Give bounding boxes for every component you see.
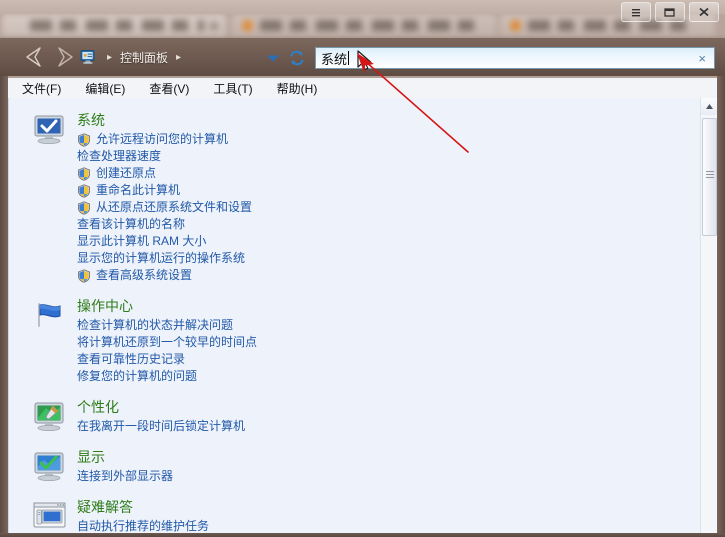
result-link-label: 查看该计算机的名称 xyxy=(77,217,186,231)
result-link-label: 检查计算机的状态并解决问题 xyxy=(77,318,234,332)
chevron-up-icon xyxy=(706,104,713,109)
result-link-label: 在我离开一段时间后锁定计算机 xyxy=(77,419,246,433)
result-link[interactable]: 重命名此计算机 xyxy=(77,182,683,199)
breadcrumb: ▸ 控制面板 ▸ xyxy=(80,46,285,68)
result-group-action-center: 操作中心 检查计算机的状态并解决问题 将计算机还原到一个较早的时间点 查看可靠性… xyxy=(29,298,683,385)
result-link-list: 连接到外部显示器 xyxy=(77,468,683,485)
breadcrumb-separator-icon[interactable]: ▸ xyxy=(176,52,181,63)
result-link[interactable]: 将计算机还原到一个较早的时间点 xyxy=(77,334,683,351)
scrollbar-grip-icon xyxy=(706,171,714,178)
window-border-left xyxy=(0,76,8,537)
forward-button[interactable] xyxy=(52,46,78,68)
window-border-bottom xyxy=(0,533,725,537)
menu-item-view[interactable]: 查看(V) xyxy=(147,79,191,98)
result-group-title: 显示 xyxy=(77,449,105,465)
uac-shield-icon xyxy=(77,167,91,181)
menu-item-tools[interactable]: 工具(T) xyxy=(211,79,254,98)
result-group-title: 操作中心 xyxy=(77,298,133,314)
nav-arrow-group xyxy=(22,46,78,68)
system-monitor-icon xyxy=(33,114,69,146)
restore-icon xyxy=(664,8,675,17)
result-link[interactable]: 从还原点还原系统文件和设置 xyxy=(77,199,683,216)
result-link-label: 重命名此计算机 xyxy=(96,183,181,197)
action-center-flag-icon xyxy=(33,300,69,332)
scroll-up-button[interactable] xyxy=(701,98,717,115)
control-panel-icon xyxy=(80,49,97,65)
title-bar[interactable] xyxy=(0,0,725,14)
back-button[interactable] xyxy=(22,46,48,68)
annotation-arrow xyxy=(357,53,469,153)
breadcrumb-separator-icon: ▸ xyxy=(107,51,113,63)
result-link-label: 连接到外部显示器 xyxy=(77,469,174,483)
display-icon xyxy=(33,451,69,483)
minimize-icon xyxy=(632,9,640,17)
result-link[interactable]: 在我离开一段时间后锁定计算机 xyxy=(77,418,683,435)
result-group-list: 系统 允许远程访问您的计算机 检查处理器速度 创建还原点 重命名此计算机 从还原… xyxy=(29,112,683,533)
result-link-list: 自动执行推荐的维护任务 xyxy=(77,518,683,533)
troubleshooting-icon xyxy=(33,501,69,533)
result-link[interactable]: 查看可靠性历史记录 xyxy=(77,351,683,368)
uac-shield-icon xyxy=(77,184,91,198)
menu-item-file[interactable]: 文件(F) xyxy=(20,79,63,98)
close-icon xyxy=(699,7,709,17)
chevron-down-icon[interactable] xyxy=(266,54,280,63)
result-link[interactable]: 查看该计算机的名称 xyxy=(77,216,683,233)
uac-shield-icon xyxy=(77,201,91,215)
result-link-label: 允许远程访问您的计算机 xyxy=(96,132,229,146)
result-link[interactable]: 显示此计算机 RAM 大小 xyxy=(77,233,683,250)
result-link-label: 检查处理器速度 xyxy=(77,149,162,163)
close-button[interactable] xyxy=(689,2,719,22)
vertical-scrollbar[interactable] xyxy=(700,98,717,533)
result-group-display: 显示 连接到外部显示器 xyxy=(29,449,683,485)
result-link-label: 修复您的计算机的问题 xyxy=(77,369,198,383)
clear-search-icon[interactable]: × xyxy=(698,51,706,66)
result-link[interactable]: 自动执行推荐的维护任务 xyxy=(77,518,683,533)
result-link-label: 自动执行推荐的维护任务 xyxy=(77,519,210,533)
result-group-title: 个性化 xyxy=(77,399,119,415)
result-link-label: 查看高级系统设置 xyxy=(96,268,193,282)
menu-item-edit[interactable]: 编辑(E) xyxy=(83,79,127,98)
window-controls xyxy=(621,2,719,22)
result-link[interactable]: 修复您的计算机的问题 xyxy=(77,368,683,385)
scrollbar-thumb[interactable] xyxy=(702,118,717,236)
result-link-list: 在我离开一段时间后锁定计算机 xyxy=(77,418,683,435)
minimize-button[interactable] xyxy=(621,2,651,22)
result-group-troubleshooting: 疑难解答 自动执行推荐的维护任务 xyxy=(29,499,683,533)
text-caret xyxy=(348,51,350,65)
personalization-icon xyxy=(33,401,69,433)
screen-root: ▸ 控制面板 ▸ 系统 × 文件(F) 编辑(E) 查看(V) 工具(T) 帮助… xyxy=(0,0,725,537)
window-border-right xyxy=(717,76,725,537)
result-link[interactable]: 检查计算机的状态并解决问题 xyxy=(77,317,683,334)
uac-shield-icon xyxy=(77,269,91,283)
result-link-label: 显示您的计算机运行的操作系统 xyxy=(77,251,246,265)
result-group-personalization: 个性化 在我离开一段时间后锁定计算机 xyxy=(29,399,683,435)
result-link-label: 显示此计算机 RAM 大小 xyxy=(77,234,207,248)
result-link-list: 检查计算机的状态并解决问题 将计算机还原到一个较早的时间点 查看可靠性历史记录 … xyxy=(77,317,683,385)
result-link-label: 从还原点还原系统文件和设置 xyxy=(96,200,253,214)
result-link[interactable]: 连接到外部显示器 xyxy=(77,468,683,485)
result-link-label: 创建还原点 xyxy=(96,166,157,180)
restore-button[interactable] xyxy=(655,2,685,22)
search-results-pane: 系统 允许远程访问您的计算机 检查处理器速度 创建还原点 重命名此计算机 从还原… xyxy=(8,98,717,533)
menu-item-help[interactable]: 帮助(H) xyxy=(275,79,320,98)
result-link[interactable]: 创建还原点 xyxy=(77,165,683,182)
result-link-label: 查看可靠性历史记录 xyxy=(77,352,186,366)
search-input-value: 系统 xyxy=(321,51,348,67)
refresh-icon[interactable] xyxy=(288,49,306,67)
result-group-title: 疑难解答 xyxy=(77,499,133,515)
result-link-label: 将计算机还原到一个较早的时间点 xyxy=(77,335,258,349)
result-link[interactable]: 显示您的计算机运行的操作系统 xyxy=(77,250,683,267)
result-link[interactable]: 查看高级系统设置 xyxy=(77,267,683,284)
breadcrumb-item-control-panel[interactable]: 控制面板 xyxy=(117,48,171,67)
uac-shield-icon xyxy=(77,133,91,147)
